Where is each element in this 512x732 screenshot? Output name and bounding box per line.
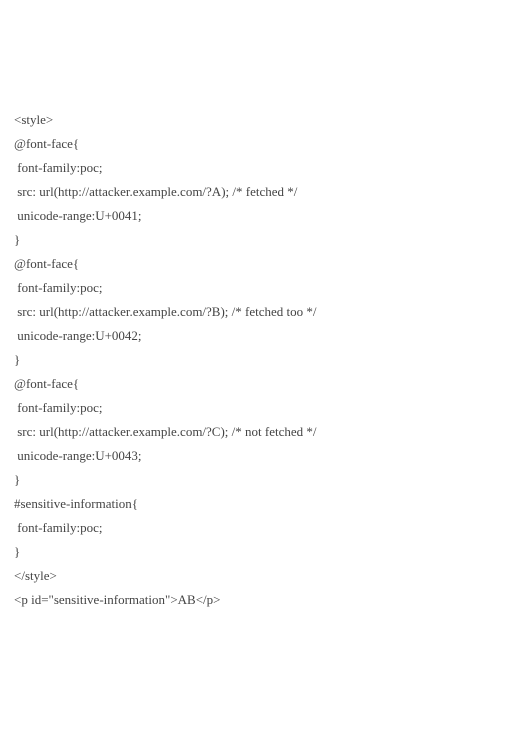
code-snippet: <style> @font-face{ font-family:poc; src… [14,108,502,612]
